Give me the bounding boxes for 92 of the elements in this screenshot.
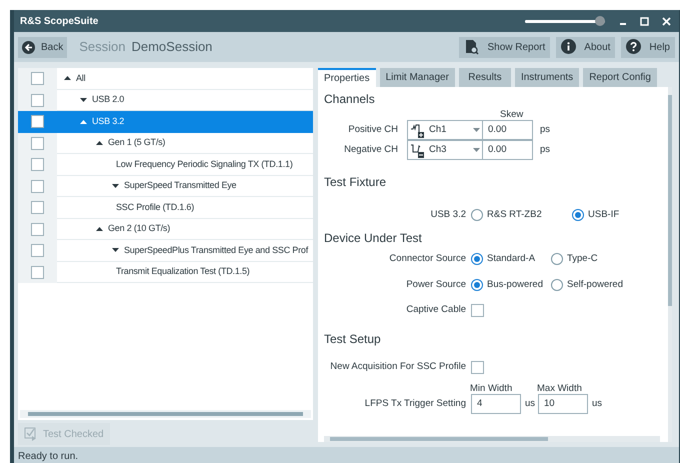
info-icon [561, 39, 576, 55]
positive-wave-icon [410, 122, 425, 138]
radio-button[interactable] [471, 209, 483, 221]
checkbox[interactable] [31, 266, 44, 279]
run-checked-icon [24, 426, 37, 442]
tree-item[interactable]: Low Frequency Periodic Signaling TX (TD.1.1) [57, 154, 313, 176]
help-icon [626, 39, 642, 55]
tab[interactable]: Results [458, 68, 511, 87]
field-label: New Acquisition For SSC Profile [329, 360, 466, 374]
unit-label: us [592, 396, 600, 411]
expand-caret-icon[interactable] [112, 182, 119, 190]
collapse-caret-icon[interactable] [96, 224, 103, 233]
section-title: Device Under Test [324, 231, 423, 246]
checkbox[interactable] [31, 222, 44, 236]
horizontal-scrollbar[interactable] [324, 436, 660, 442]
unit-label: us [525, 396, 533, 411]
section-title: Channels [324, 92, 376, 107]
option-label: Self-powered [567, 278, 623, 292]
unit-label: ps [540, 142, 550, 157]
tab[interactable]: Instruments [514, 68, 580, 87]
option-label: Bus-powered [487, 278, 543, 292]
tab[interactable]: Properties [318, 68, 376, 87]
expand-caret-icon[interactable] [112, 246, 119, 254]
option-label: USB-IF [588, 208, 620, 222]
horizontal-scrollbar[interactable] [20, 410, 311, 418]
number-field[interactable]: 4 [471, 394, 521, 414]
column-label: Min Width [470, 382, 514, 394]
section-title: Test Setup [324, 332, 382, 347]
tree-item[interactable]: USB 3.2 [57, 111, 313, 132]
checkbox[interactable] [31, 180, 44, 193]
option-label: Standard-A [487, 252, 536, 266]
session-name: DemoSession [131, 38, 212, 56]
tree-item[interactable]: SuperSpeedPlus Transmitted Eye and SSC Prof [57, 240, 313, 262]
window-title: R&S ScopeSuite [20, 14, 98, 28]
tree-item[interactable]: SSC Profile (TD.1.6) [57, 197, 313, 218]
zoom-slider[interactable] [525, 16, 605, 26]
field-label: Captive Cable [405, 303, 466, 318]
document-search-icon [464, 39, 480, 55]
field-label: LFPS Tx Trigger Setting [364, 396, 466, 411]
checkbox[interactable] [471, 361, 484, 374]
vertical-scrollbar[interactable] [668, 87, 672, 442]
skew-field[interactable]: 0.00 [483, 120, 533, 140]
dropdown-caret-icon [473, 148, 480, 152]
tab[interactable]: Report Config [583, 68, 657, 87]
checkbox[interactable] [31, 94, 44, 107]
session-label: Session [79, 38, 126, 56]
channel-dropdown[interactable]: Ch1 [407, 120, 483, 140]
back-arrow-icon [22, 40, 35, 54]
checkbox[interactable] [31, 201, 44, 214]
toolbar-button[interactable]: Help [621, 36, 675, 58]
toolbar-button[interactable]: About [556, 36, 616, 58]
tree-item[interactable]: Gen 1 (5 GT/s) [57, 132, 313, 154]
field-label: Power Source [405, 278, 466, 292]
checkbox[interactable] [31, 115, 44, 128]
tree-item[interactable]: Transmit Equalization Test (TD.1.5) [57, 262, 313, 283]
unit-label: ps [540, 122, 550, 137]
back-button[interactable]: Back [18, 36, 68, 58]
field-label: Connector Source [388, 252, 466, 266]
channel-dropdown[interactable]: Ch3 [407, 140, 483, 160]
radio-button[interactable] [471, 253, 483, 265]
radio-button[interactable] [471, 279, 483, 291]
column-label: Skew [500, 108, 524, 120]
field-label: Positive CH [347, 122, 398, 137]
section-title: Test Fixture [324, 175, 388, 190]
radio-button[interactable] [551, 279, 563, 291]
checkbox[interactable] [471, 304, 484, 317]
radio-button[interactable] [551, 253, 563, 265]
expand-caret-icon[interactable] [80, 96, 87, 104]
field-label: USB 3.2 [430, 208, 466, 222]
status-text: Ready to run. [18, 451, 78, 463]
checkbox[interactable] [31, 72, 44, 86]
option-label: R&S RT-ZB2 [487, 208, 542, 222]
negative-wave-icon [410, 142, 425, 158]
checkbox[interactable] [31, 244, 44, 258]
radio-button[interactable] [572, 209, 584, 221]
tab[interactable]: Limit Manager [380, 68, 455, 87]
tree-item[interactable]: SuperSpeed Transmitted Eye [57, 176, 313, 197]
skew-field[interactable]: 0.00 [483, 140, 533, 160]
maximize-icon[interactable] [640, 16, 649, 26]
close-icon[interactable] [662, 16, 671, 26]
checkbox[interactable] [31, 158, 44, 172]
option-label: Type-C [567, 252, 598, 266]
collapse-caret-icon[interactable] [64, 74, 71, 82]
column-label: Max Width [537, 382, 583, 394]
checkbox[interactable] [31, 136, 44, 150]
number-field[interactable]: 10 [538, 394, 588, 414]
toolbar-button[interactable]: Show Report [459, 36, 550, 58]
dropdown-caret-icon [473, 128, 480, 132]
field-label: Negative CH [343, 142, 398, 157]
tree-item[interactable]: All [57, 68, 313, 90]
tree-item[interactable]: Gen 2 (10 GT/s) [57, 218, 313, 240]
collapse-caret-icon[interactable] [96, 138, 103, 147]
